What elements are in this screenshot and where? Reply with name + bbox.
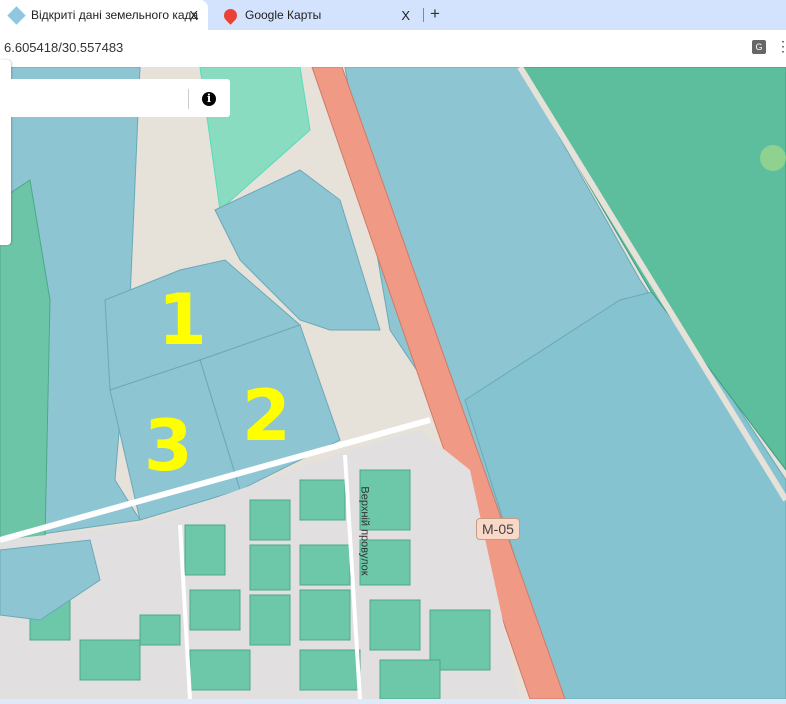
search-box[interactable]: i [10, 79, 230, 117]
more-icon[interactable]: ⋮ [776, 38, 786, 55]
map-canvas[interactable]: 1 2 3 M-05 Верхній провулок [0, 65, 786, 700]
new-tab-button[interactable]: + [430, 4, 440, 24]
parcel-label-1: 1 [158, 279, 207, 361]
info-icon[interactable]: i [198, 87, 220, 109]
search-input[interactable] [10, 79, 185, 117]
street-label: Верхній провулок [358, 486, 371, 576]
map-layer [0, 65, 786, 700]
tab-title: Відкриті дані земельного када [31, 8, 199, 22]
tab-separator [423, 8, 424, 22]
address-bar[interactable]: 6.605418/30.557483 [0, 30, 786, 67]
cadastre-favicon-icon [7, 5, 26, 25]
translate-icon[interactable]: G [752, 40, 766, 54]
close-tab-button[interactable]: X [189, 8, 198, 23]
road-shield: M-05 [476, 518, 520, 540]
tab-bar: Відкриті дані земельного када X Google Ка… [0, 0, 786, 30]
parcel-label-3: 3 [144, 405, 193, 487]
google-maps-favicon-icon [221, 5, 240, 25]
tab-google-maps[interactable]: Google Карты X [214, 0, 420, 30]
close-tab-button[interactable]: X [401, 8, 410, 23]
tab-title: Google Карты [245, 8, 322, 22]
tree-icon [760, 145, 786, 171]
tab-cadastre[interactable]: Відкриті дані земельного када X [0, 0, 208, 30]
divider [188, 89, 189, 109]
parcel-label-2: 2 [242, 375, 291, 457]
url-text[interactable]: 6.605418/30.557483 [4, 40, 123, 55]
